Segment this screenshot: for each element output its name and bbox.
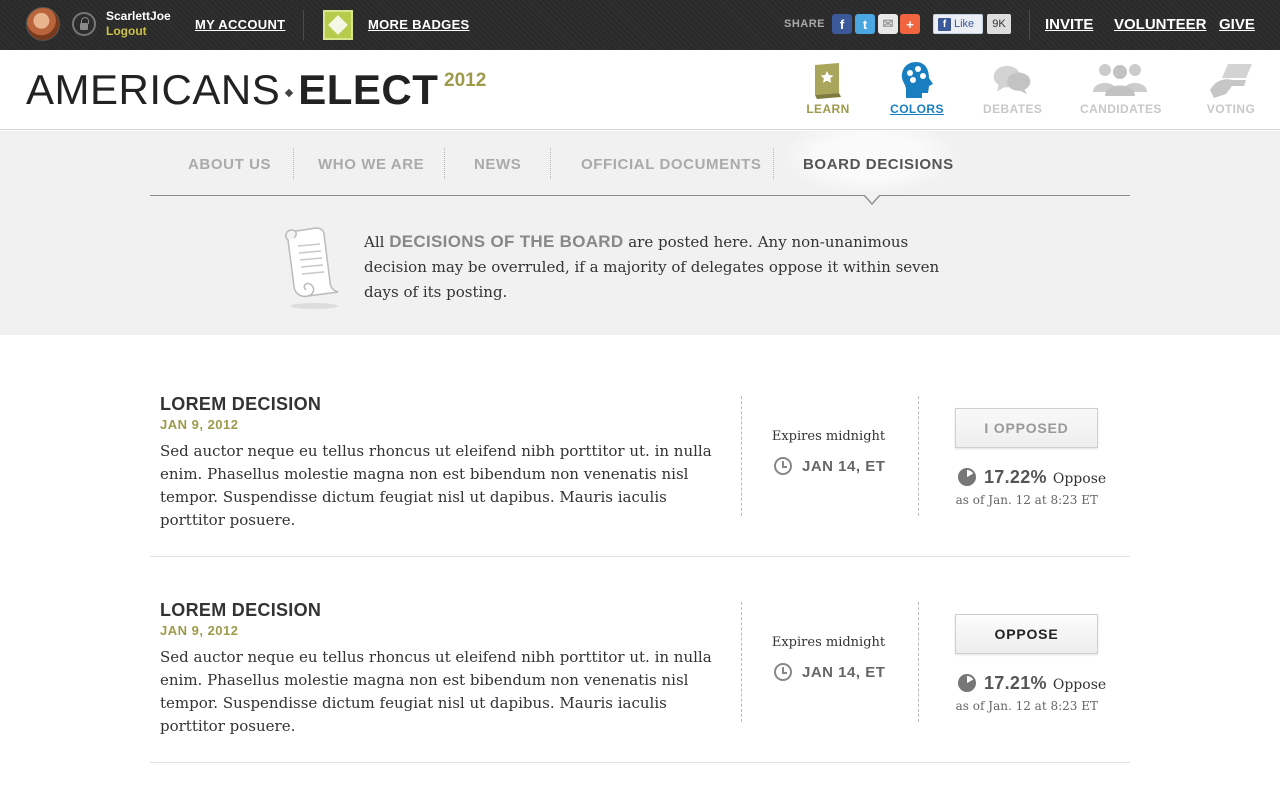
avatar[interactable] <box>26 7 60 41</box>
book-icon <box>808 60 848 100</box>
logout-link[interactable]: Logout <box>106 24 147 38</box>
subnav-area: ABOUT US WHO WE ARE NEWS OFFICIAL DOCUME… <box>0 131 1280 335</box>
as-of-timestamp: as of Jan. 12 at 8:23 ET <box>955 493 1098 507</box>
subnav: ABOUT US WHO WE ARE NEWS OFFICIAL DOCUME… <box>150 131 1130 205</box>
nav-colors[interactable]: COLORS <box>890 60 944 116</box>
tab-official-documents[interactable]: OFFICIAL DOCUMENTS <box>581 156 762 173</box>
expires-label: Expires midnight <box>771 635 886 650</box>
nav-learn[interactable]: LEARN <box>806 60 850 116</box>
logo-dot <box>284 88 294 98</box>
divider <box>741 396 742 516</box>
expires-date: JAN 14, ET <box>774 663 885 681</box>
oppose-label: Oppose <box>1052 471 1107 487</box>
like-count: 9K <box>987 14 1011 34</box>
tab-board-decisions[interactable]: BOARD DECISIONS <box>803 156 954 173</box>
nav-label: DEBATES <box>983 102 1043 116</box>
decision-body: Sed auctor neque eu tellus rhoncus ut el… <box>160 648 712 735</box>
tab-divider <box>550 148 551 179</box>
tab-news[interactable]: NEWS <box>474 156 521 173</box>
volunteer-link[interactable]: VOLUNTEER <box>1114 16 1207 33</box>
divider <box>918 396 919 516</box>
facebook-icon[interactable]: f <box>832 14 852 34</box>
decision-body: Sed auctor neque eu tellus rhoncus ut el… <box>160 442 712 529</box>
share-label: SHARE <box>784 18 826 30</box>
lock-icon <box>72 12 96 36</box>
top-bar: ScarlettJoe Logout MY ACCOUNT MORE BADGE… <box>0 0 1280 50</box>
oppose-stat: 17.21% Oppose <box>958 671 1106 694</box>
pie-chart-icon <box>958 674 976 692</box>
decision-date: JAN 9, 2012 <box>160 417 239 432</box>
logo-year: 2012 <box>444 70 487 91</box>
active-tab-pointer <box>863 194 881 205</box>
nav-debates[interactable]: DEBATES <box>983 60 1043 116</box>
i-opposed-button[interactable]: I OPPOSED <box>955 408 1098 448</box>
give-link[interactable]: GIVE <box>1219 16 1255 33</box>
tab-about-us[interactable]: ABOUT US <box>188 156 271 173</box>
decision-date: JAN 9, 2012 <box>160 623 239 638</box>
invite-link[interactable]: INVITE <box>1045 16 1093 33</box>
oppose-label: Oppose <box>1052 677 1107 693</box>
nav-candidates[interactable]: CANDIDATES <box>1080 60 1162 116</box>
badge-icon[interactable] <box>323 10 353 40</box>
scroll-document-icon <box>280 226 346 309</box>
logo-text-light: AMERICANS <box>26 66 281 113</box>
clock-icon <box>774 457 792 475</box>
speech-bubbles-icon <box>992 60 1032 100</box>
nav-voting[interactable]: VOTING <box>1203 60 1259 116</box>
oppose-stat: 17.22% Oppose <box>958 465 1106 488</box>
decision-item: LOREM DECISION JAN 9, 2012 Sed auctor ne… <box>150 351 1130 557</box>
tab-who-we-are[interactable]: WHO WE ARE <box>318 156 424 173</box>
people-icon <box>1090 60 1150 100</box>
decision-item: LOREM DECISION JAN 9, 2012 Sed auctor ne… <box>150 557 1130 763</box>
expires-date-text: JAN 14, ET <box>802 663 886 681</box>
colors-head-icon <box>897 60 937 100</box>
oppose-button[interactable]: OPPOSE <box>955 614 1098 654</box>
hand-ballot-icon <box>1205 60 1257 100</box>
intro-prefix: All <box>364 233 385 251</box>
username: ScarlettJoe <box>106 9 171 23</box>
site-header: AMERICANS ELECT 2012 LEARN COLORS DEBATES… <box>0 50 1280 130</box>
tab-divider <box>293 148 294 179</box>
email-icon[interactable]: ✉ <box>878 14 898 34</box>
my-account-link[interactable]: MY ACCOUNT <box>195 17 285 32</box>
logo-text-bold: ELECT <box>298 66 439 113</box>
nav-label: COLORS <box>890 102 944 116</box>
more-badges-link[interactable]: MORE BADGES <box>368 17 470 32</box>
decision-title: LOREM DECISION <box>160 600 322 620</box>
twitter-icon[interactable]: t <box>855 14 875 34</box>
divider <box>1029 10 1030 40</box>
nav-label: CANDIDATES <box>1080 102 1162 116</box>
expires-date-text: JAN 14, ET <box>802 457 886 475</box>
divider <box>303 10 304 40</box>
expires-date: JAN 14, ET <box>774 457 885 475</box>
intro-text: All DECISIONS OF THE BOARD are posted he… <box>364 229 954 305</box>
like-label: Like <box>954 18 975 30</box>
facebook-like-button[interactable]: f Like <box>933 14 983 34</box>
nav-label: VOTING <box>1206 102 1256 116</box>
divider <box>918 602 919 722</box>
as-of-timestamp: as of Jan. 12 at 8:23 ET <box>955 699 1098 713</box>
pie-chart-icon <box>958 468 976 486</box>
intro-highlight: DECISIONS OF THE BOARD <box>389 232 624 251</box>
tab-divider <box>773 148 774 179</box>
nav-label: LEARN <box>806 102 850 116</box>
oppose-percent: 17.22% <box>984 467 1047 487</box>
oppose-percent: 17.21% <box>984 673 1047 693</box>
tab-divider <box>444 148 445 179</box>
divider <box>741 602 742 722</box>
clock-icon <box>774 663 792 681</box>
expires-label: Expires midnight <box>771 429 886 444</box>
site-logo[interactable]: AMERICANS ELECT <box>26 68 438 112</box>
plus-share-icon[interactable]: + <box>900 14 920 34</box>
facebook-f-icon: f <box>938 17 951 31</box>
decision-title: LOREM DECISION <box>160 394 322 414</box>
